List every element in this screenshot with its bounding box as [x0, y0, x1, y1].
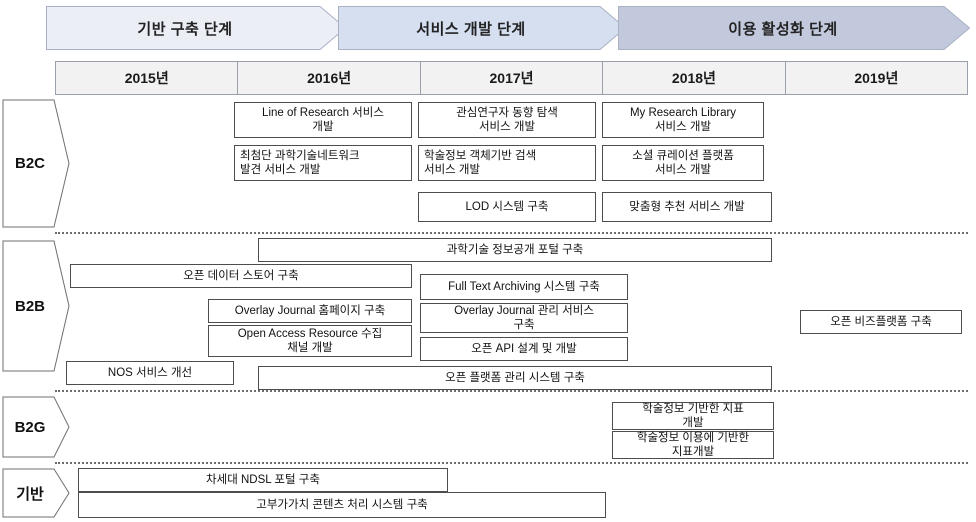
task-box[interactable]: 오픈 플랫폼 관리 시스템 구축 [258, 366, 772, 390]
task-box[interactable]: LOD 시스템 구축 [418, 192, 596, 222]
task-box[interactable]: NOS 서비스 개선 [66, 361, 234, 385]
task-box[interactable]: My Research Library 서비스 개발 [602, 102, 764, 138]
year-header-cell: 2016년 [238, 62, 421, 94]
task-box[interactable]: 학술정보 이용에 기반한 지표개발 [612, 431, 774, 459]
phase-banner-row: 기반 구축 단계 서비스 개발 단계 이용 활성화 단계 [0, 0, 976, 56]
task-box[interactable]: 학술정보 기반한 지표 개발 [612, 402, 774, 430]
task-box[interactable]: 학술정보 객체기반 검색 서비스 개발 [418, 145, 596, 181]
task-box[interactable]: Overlay Journal 홈페이지 구축 [208, 299, 412, 323]
task-box[interactable]: 과학기술 정보공개 포털 구축 [258, 238, 772, 262]
phase-banner-3: 이용 활성화 단계 [618, 6, 970, 50]
task-box[interactable]: 최첨단 과학기술네트워크 발견 서비스 개발 [234, 145, 412, 181]
task-box[interactable]: Open Access Resource 수집 채널 개발 [208, 325, 412, 357]
lane-label-b2g: B2G [2, 396, 70, 458]
roadmap-diagram: 기반 구축 단계 서비스 개발 단계 이용 활성화 단계 2015년 2016년 201… [0, 0, 976, 522]
year-header-cell: 2017년 [421, 62, 604, 94]
task-box[interactable]: 소셜 큐레이션 플랫폼 서비스 개발 [602, 145, 764, 181]
lane-separator [55, 462, 968, 464]
lane-label-text: B2G [14, 418, 46, 436]
task-box[interactable]: 관심연구자 동향 탐색 서비스 개발 [418, 102, 596, 138]
task-box[interactable]: Overlay Journal 관리 서비스 구축 [420, 303, 628, 333]
year-header-cell: 2015년 [56, 62, 239, 94]
lane-separator [55, 390, 968, 392]
task-box[interactable]: Line of Research 서비스 개발 [234, 102, 412, 138]
year-header-row: 2015년 2016년 2017년 2018년 2019년 [55, 61, 968, 95]
task-box[interactable]: 오픈 데이터 스토어 구축 [70, 264, 412, 288]
lane-label-text: 기반 [16, 485, 44, 503]
lane-label-base: 기반 [2, 468, 70, 518]
task-box[interactable]: 오픈 비즈플랫폼 구축 [800, 310, 962, 334]
phase-banner-label: 이용 활성화 단계 [728, 20, 838, 38]
task-box[interactable]: 오픈 API 설계 및 개발 [420, 337, 628, 361]
task-box[interactable]: 고부가가치 콘텐츠 처리 시스템 구축 [78, 492, 606, 518]
phase-banner-2: 서비스 개발 단계 [338, 6, 626, 50]
lane-label-text: B2C [14, 155, 45, 172]
phase-banner-1: 기반 구축 단계 [46, 6, 346, 50]
phase-banner-label: 기반 구축 단계 [137, 20, 233, 38]
task-box[interactable]: Full Text Archiving 시스템 구축 [420, 274, 628, 300]
phase-banner-label: 서비스 개발 단계 [416, 20, 526, 38]
task-box[interactable]: 맞춤형 추천 서비스 개발 [602, 192, 772, 222]
lane-label-b2b: B2B [2, 240, 70, 372]
lane-label-text: B2B [14, 297, 45, 315]
task-box[interactable]: 차세대 NDSL 포털 구축 [78, 468, 448, 492]
year-header-cell: 2019년 [854, 70, 899, 86]
lane-separator [55, 232, 968, 234]
year-header-cell: 2018년 [603, 62, 786, 94]
lane-label-b2c: B2C [2, 99, 70, 228]
